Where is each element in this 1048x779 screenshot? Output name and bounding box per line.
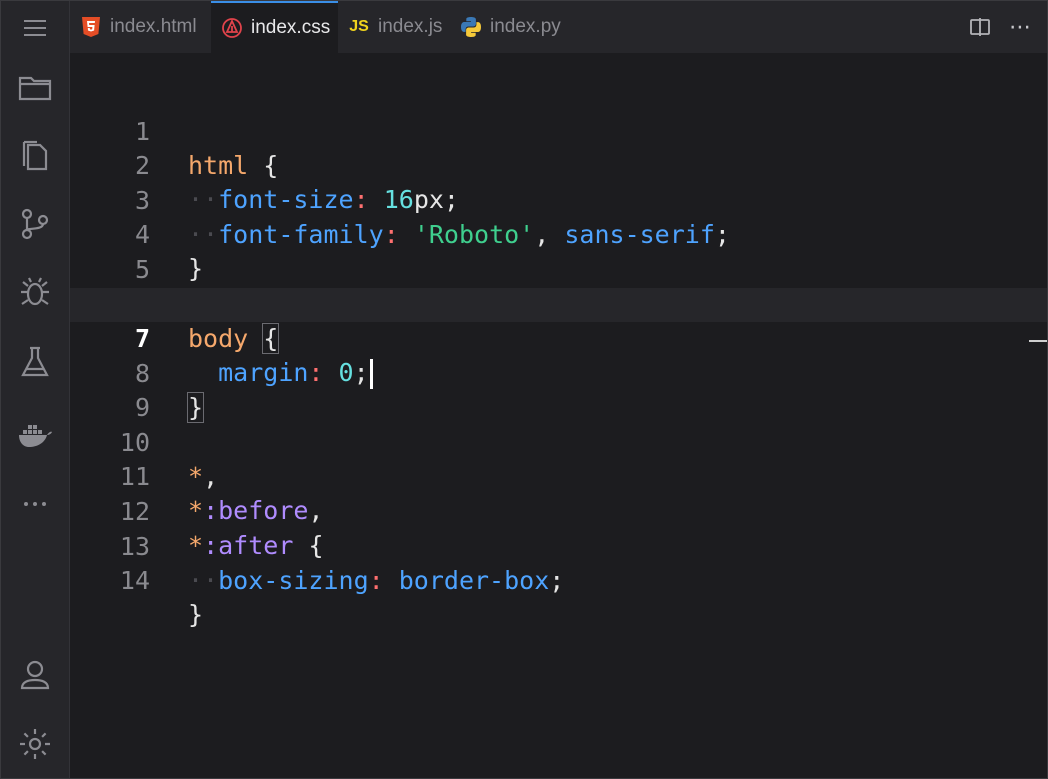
testing-icon[interactable] bbox=[1, 339, 69, 385]
docker-icon[interactable] bbox=[1, 410, 69, 456]
code-editor[interactable]: 1 html { 2 ··font-size: 16px; 3 ··font-f… bbox=[70, 53, 1047, 778]
code-line: 2 ··font-size: 16px; bbox=[70, 115, 1047, 214]
tab-label: index.html bbox=[110, 16, 197, 37]
debug-icon[interactable] bbox=[1, 269, 69, 315]
code-line: 12 *:after { bbox=[70, 461, 1047, 560]
scrollbar-marker[interactable] bbox=[1029, 340, 1047, 342]
code-line: 8 } bbox=[70, 323, 1047, 423]
settings-icon[interactable] bbox=[1, 721, 69, 767]
line-code: } bbox=[188, 600, 204, 629]
files-icon[interactable] bbox=[1, 132, 69, 178]
line-code: ··box-sizing: border-box; bbox=[188, 566, 565, 595]
tab-index-css[interactable]: index.css bbox=[211, 1, 338, 53]
code-line: 11 *:before, bbox=[70, 426, 1047, 525]
source-control-icon[interactable] bbox=[1, 201, 69, 247]
code-line: 3 ··font-family: 'Roboto', sans-serif; bbox=[70, 150, 1047, 249]
tab-bar: index.html index.css JS index.js index.p… bbox=[70, 1, 1047, 53]
tab-label: index.css bbox=[251, 17, 331, 38]
split-editor-icon[interactable] bbox=[967, 14, 993, 40]
python-icon bbox=[460, 16, 482, 38]
editor-window: index.html index.css JS index.js index.p… bbox=[0, 0, 1048, 779]
tab-label: index.py bbox=[490, 16, 561, 37]
more-icon[interactable] bbox=[1, 477, 69, 523]
html5-icon bbox=[80, 16, 102, 38]
tab-label: index.js bbox=[378, 16, 443, 37]
css-icon bbox=[221, 17, 243, 39]
tab-index-html[interactable]: index.html bbox=[70, 1, 211, 53]
more-actions-icon[interactable]: ⋯ bbox=[1007, 14, 1033, 40]
code-line: 6 body { bbox=[70, 254, 1047, 354]
current-line: 7 margin: 0; bbox=[70, 288, 1047, 389]
tab-actions: ⋯ bbox=[967, 1, 1033, 53]
activity-bar bbox=[1, 1, 70, 778]
code-line: 14 } bbox=[70, 530, 1047, 629]
code-line: 9 bbox=[70, 357, 1047, 422]
code-line: 4 } bbox=[70, 184, 1047, 283]
code-line: 13 ··box-sizing: border-box; bbox=[70, 496, 1047, 595]
explorer-icon[interactable] bbox=[1, 64, 69, 110]
tab-index-js[interactable]: JS index.js bbox=[338, 1, 450, 53]
javascript-icon: JS bbox=[349, 18, 369, 35]
tab-index-py[interactable]: index.py bbox=[450, 1, 580, 53]
code-line: 10 *, bbox=[70, 392, 1047, 491]
line-number: 14 bbox=[119, 566, 150, 595]
code-line: 1 html { bbox=[70, 81, 1047, 180]
account-icon[interactable] bbox=[1, 653, 69, 699]
menu-icon[interactable] bbox=[1, 5, 69, 51]
code-line: 5 bbox=[70, 219, 1047, 284]
